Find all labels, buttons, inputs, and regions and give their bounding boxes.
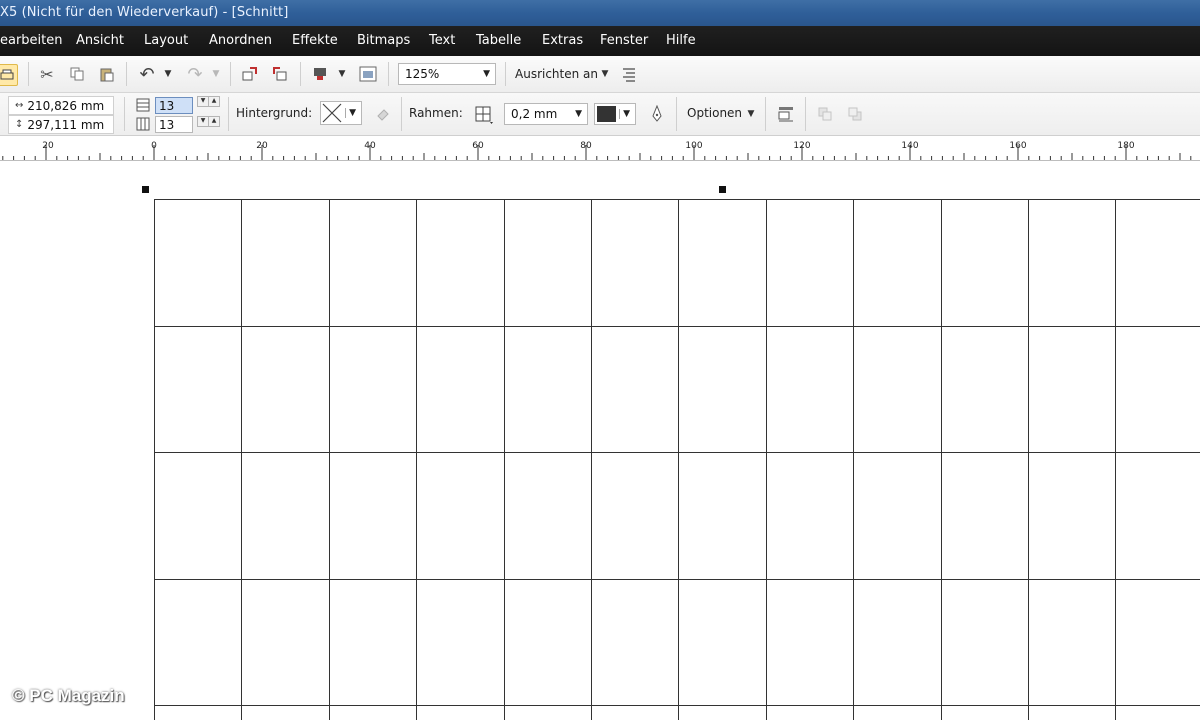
menu-bitmaps[interactable]: Bitmaps bbox=[357, 33, 410, 48]
paste-icon[interactable] bbox=[96, 63, 118, 85]
menu-text[interactable]: Text bbox=[429, 33, 455, 48]
width-field[interactable]: ↔ 210,826 mm bbox=[8, 96, 114, 115]
drawing-canvas[interactable] bbox=[0, 161, 1200, 720]
rows-input[interactable]: 13 bbox=[155, 97, 193, 114]
menu-view[interactable]: Ansicht bbox=[76, 33, 124, 48]
options-dropdown-icon[interactable]: ▼ bbox=[745, 106, 757, 122]
horizontal-ruler[interactable]: 20 0 20 40 60 80 100 120 140 160 180 bbox=[0, 136, 1200, 161]
menu-tools[interactable]: Extras bbox=[542, 33, 583, 48]
window-title: X5 (Nicht für den Wiederverkauf) - [Schn… bbox=[0, 5, 289, 20]
menu-arrange[interactable]: Anordnen bbox=[209, 33, 272, 48]
border-color-swatch bbox=[597, 106, 616, 122]
background-label: Hintergrund: bbox=[236, 106, 313, 120]
publish-dropdown-icon[interactable]: ▼ bbox=[336, 65, 348, 83]
menu-table[interactable]: Tabelle bbox=[476, 33, 521, 48]
height-field[interactable]: ↕ 297,111 mm bbox=[8, 115, 114, 134]
menu-help[interactable]: Hilfe bbox=[666, 33, 696, 48]
send-backward-icon[interactable] bbox=[844, 103, 866, 125]
redo-icon[interactable]: ↷ bbox=[182, 63, 208, 85]
export-icon[interactable] bbox=[268, 63, 292, 85]
border-label: Rahmen: bbox=[409, 106, 463, 120]
columns-value: 13 bbox=[159, 117, 175, 132]
ruler-label: 20 bbox=[42, 141, 54, 151]
selection-handle-top-middle[interactable] bbox=[719, 186, 726, 193]
outline-pen-icon[interactable] bbox=[646, 103, 668, 125]
menu-window[interactable]: Fenster bbox=[600, 33, 648, 48]
property-bar: ↔ 210,826 mm ↕ 297,111 mm 13 ▼ ▲ 13 ▼ ▲ … bbox=[0, 93, 1200, 136]
application-launcher-icon[interactable] bbox=[356, 63, 380, 85]
edit-fill-icon[interactable] bbox=[372, 103, 394, 125]
align-label[interactable]: Ausrichten an bbox=[515, 67, 598, 81]
undo-icon[interactable]: ↶ bbox=[134, 63, 160, 85]
width-value: 210,826 mm bbox=[27, 98, 105, 113]
cut-icon[interactable]: ✂ bbox=[36, 63, 58, 85]
rows-icon bbox=[134, 96, 152, 114]
menu-edit[interactable]: earbeiten bbox=[0, 33, 63, 48]
width-arrow-icon: ↔ bbox=[15, 100, 24, 111]
redo-dropdown-icon[interactable]: ▼ bbox=[210, 65, 222, 83]
chevron-down-icon: ▼ bbox=[345, 108, 356, 118]
zoom-value: 125% bbox=[405, 67, 440, 81]
columns-input[interactable]: 13 bbox=[155, 116, 193, 133]
text-wrap-icon[interactable] bbox=[774, 103, 798, 125]
border-color-picker[interactable]: ▼ bbox=[594, 103, 636, 125]
publish-pdf-icon[interactable] bbox=[308, 63, 332, 85]
snap-options-icon[interactable] bbox=[618, 63, 640, 85]
align-dropdown-icon[interactable]: ▼ bbox=[599, 65, 611, 83]
columns-icon bbox=[134, 115, 152, 133]
watermark: © PC Magazin bbox=[12, 686, 125, 705]
title-bar: X5 (Nicht für den Wiederverkauf) - [Schn… bbox=[0, 0, 1200, 26]
ruler-ticks: 20 0 20 40 60 80 100 120 140 160 180 bbox=[2, 141, 1192, 160]
border-select-icon[interactable] bbox=[472, 103, 496, 127]
chevron-down-icon: ▼ bbox=[483, 69, 490, 79]
columns-up-icon[interactable]: ▲ bbox=[208, 116, 220, 127]
height-arrow-icon: ↕ bbox=[15, 119, 24, 130]
selection-handle-top-left[interactable] bbox=[142, 186, 149, 193]
background-color-picker[interactable]: ▼ bbox=[320, 101, 362, 125]
chevron-down-icon: ▼ bbox=[575, 109, 582, 119]
menu-effects[interactable]: Effekte bbox=[292, 33, 338, 48]
border-width-value: 0,2 mm bbox=[511, 107, 558, 121]
rows-value: 13 bbox=[159, 98, 175, 113]
options-label[interactable]: Optionen bbox=[687, 106, 742, 120]
menu-bar: earbeiten Ansicht Layout Anordnen Effekt… bbox=[0, 26, 1200, 57]
bring-forward-icon[interactable] bbox=[814, 103, 836, 125]
undo-dropdown-icon[interactable]: ▼ bbox=[162, 65, 174, 83]
import-icon[interactable] bbox=[238, 63, 262, 85]
border-width-select[interactable]: 0,2 mm ▼ bbox=[504, 103, 588, 125]
menu-layout[interactable]: Layout bbox=[144, 33, 188, 48]
standard-toolbar: ✂ ↶ ▼ ↷ ▼ ▼ 125% ▼ Ausrichten an ▼ bbox=[0, 56, 1200, 93]
chevron-down-icon: ▼ bbox=[619, 109, 630, 119]
print-icon[interactable] bbox=[0, 64, 18, 86]
table-grid[interactable] bbox=[154, 199, 1200, 720]
height-value: 297,111 mm bbox=[27, 117, 105, 132]
copy-icon[interactable] bbox=[66, 63, 88, 85]
rows-up-icon[interactable]: ▲ bbox=[208, 96, 220, 107]
zoom-select[interactable]: 125% ▼ bbox=[398, 63, 496, 85]
no-fill-icon bbox=[322, 103, 342, 123]
